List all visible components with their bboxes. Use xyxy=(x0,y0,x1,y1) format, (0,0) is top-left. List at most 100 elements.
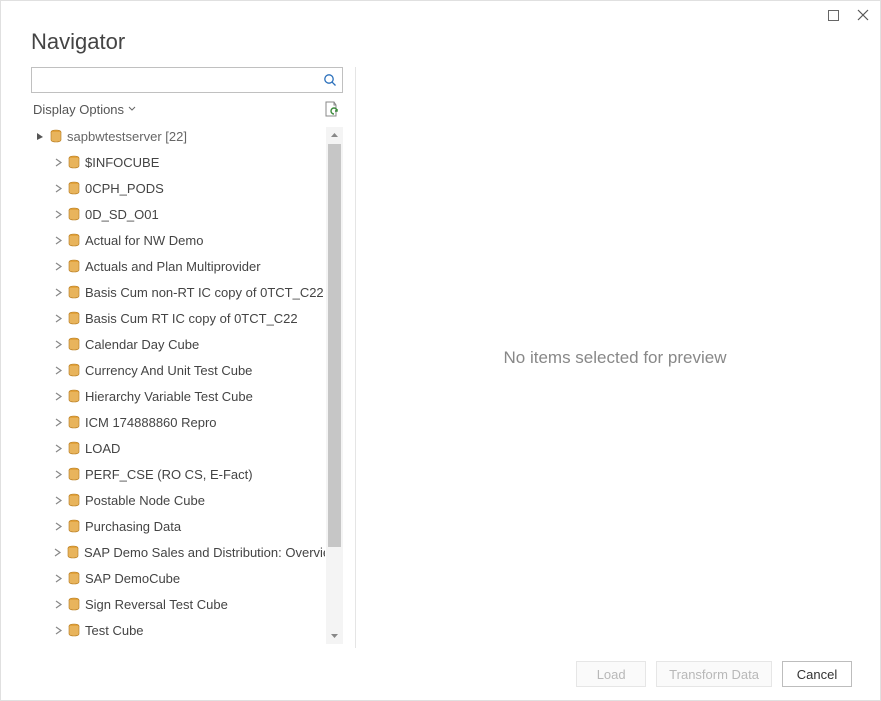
cube-icon xyxy=(67,207,81,221)
navigator-left-pane: Display Options xyxy=(31,67,343,648)
dialog-footer: Load Transform Data Cancel xyxy=(1,648,880,700)
expand-icon[interactable] xyxy=(53,314,63,323)
tree-item[interactable]: Purchasing Data xyxy=(31,513,325,539)
preview-pane: No items selected for preview xyxy=(368,67,862,648)
expand-icon[interactable] xyxy=(53,210,63,219)
tree-item[interactable]: Currency And Unit Test Cube xyxy=(31,357,325,383)
expand-icon[interactable] xyxy=(53,340,63,349)
cube-icon xyxy=(67,337,81,351)
search-icon[interactable] xyxy=(322,73,338,87)
tree-item-label: Currency And Unit Test Cube xyxy=(85,363,252,378)
tree-item-label: Hierarchy Variable Test Cube xyxy=(85,389,253,404)
navigator-dialog: Navigator Display Options xyxy=(0,0,881,701)
navigator-tree[interactable]: sapbwtestserver [22] $INFOCUBE 0CPH_PODS 0… xyxy=(31,123,325,643)
expand-icon[interactable] xyxy=(53,184,63,193)
tree-item-label: PERF_CSE (RO CS, E-Fact) xyxy=(85,467,253,482)
tree-item-label: Purchasing Data xyxy=(85,519,181,534)
tree-item-label: Basis Cum non-RT IC copy of 0TCT_C22 xyxy=(85,285,324,300)
cube-icon xyxy=(67,623,81,637)
cube-icon xyxy=(67,389,81,403)
close-icon[interactable] xyxy=(856,8,870,22)
tree-item[interactable]: Calendar Day Cube xyxy=(31,331,325,357)
tree-item-label: Sign Reversal Test Cube xyxy=(85,597,228,612)
tree-item[interactable]: Test Cube xyxy=(31,617,325,643)
tree-item[interactable]: $INFOCUBE xyxy=(31,149,325,175)
preview-empty-message: No items selected for preview xyxy=(504,348,727,368)
tree-item-label: ICM 174888860 Repro xyxy=(85,415,217,430)
cube-icon xyxy=(67,181,81,195)
cancel-button[interactable]: Cancel xyxy=(782,661,852,687)
tree-root-label: sapbwtestserver [22] xyxy=(67,129,187,144)
chevron-down-icon xyxy=(128,105,136,113)
tree-item-label: Postable Node Cube xyxy=(85,493,205,508)
tree-item-label: Actual for NW Demo xyxy=(85,233,203,248)
tree-item[interactable]: Sign Reversal Test Cube xyxy=(31,591,325,617)
transform-data-button[interactable]: Transform Data xyxy=(656,661,772,687)
tree-item[interactable]: ICM 174888860 Repro xyxy=(31,409,325,435)
tree-item-label: 0D_SD_O01 xyxy=(85,207,159,222)
expand-icon[interactable] xyxy=(53,522,63,531)
cube-icon xyxy=(67,233,81,247)
tree-item[interactable]: Postable Node Cube xyxy=(31,487,325,513)
tree-item[interactable]: SAP DemoCube xyxy=(31,565,325,591)
scrollbar-thumb[interactable] xyxy=(328,144,341,547)
search-input[interactable] xyxy=(38,72,322,89)
tree-item[interactable]: Hierarchy Variable Test Cube xyxy=(31,383,325,409)
load-button[interactable]: Load xyxy=(576,661,646,687)
tree-item[interactable]: Actual for NW Demo xyxy=(31,227,325,253)
expand-icon[interactable] xyxy=(53,496,63,505)
search-box[interactable] xyxy=(31,67,343,93)
refresh-icon[interactable] xyxy=(323,101,341,117)
maximize-icon[interactable] xyxy=(826,8,840,22)
cube-icon xyxy=(67,155,81,169)
expand-icon[interactable] xyxy=(53,600,63,609)
tree-item[interactable]: Actuals and Plan Multiprovider xyxy=(31,253,325,279)
dialog-header: Navigator xyxy=(1,29,880,67)
cube-icon xyxy=(67,311,81,325)
tree-item[interactable]: SAP Demo Sales and Distribution: Overvie… xyxy=(31,539,325,565)
cube-icon xyxy=(67,493,81,507)
vertical-scrollbar[interactable] xyxy=(326,127,343,644)
cube-icon xyxy=(67,363,81,377)
cube-icon xyxy=(67,441,81,455)
tree-item[interactable]: Basis Cum RT IC copy of 0TCT_C22 xyxy=(31,305,325,331)
tree-item[interactable]: LOAD xyxy=(31,435,325,461)
expand-icon[interactable] xyxy=(53,262,63,271)
titlebar xyxy=(1,1,880,29)
expand-icon[interactable] xyxy=(53,574,63,583)
expand-icon[interactable] xyxy=(53,626,63,635)
tree-item-label: $INFOCUBE xyxy=(85,155,159,170)
cube-icon xyxy=(67,259,81,273)
scroll-up-arrow[interactable] xyxy=(326,127,343,144)
cube-icon xyxy=(67,467,81,481)
cube-icon xyxy=(67,571,81,585)
expand-icon[interactable] xyxy=(53,548,62,557)
tree-item-label: LOAD xyxy=(85,441,120,456)
scroll-down-arrow[interactable] xyxy=(326,627,343,644)
cube-icon xyxy=(67,519,81,533)
expand-icon[interactable] xyxy=(53,288,63,297)
expand-icon[interactable] xyxy=(53,418,63,427)
cube-icon xyxy=(67,285,81,299)
dialog-title: Navigator xyxy=(31,29,850,55)
tree-item[interactable]: 0D_SD_O01 xyxy=(31,201,325,227)
tree-item-label: SAP DemoCube xyxy=(85,571,180,586)
tree-item[interactable]: 0CPH_PODS xyxy=(31,175,325,201)
tree-item-label: Calendar Day Cube xyxy=(85,337,199,352)
expand-icon[interactable] xyxy=(53,470,63,479)
expand-icon[interactable] xyxy=(53,236,63,245)
display-options-dropdown[interactable]: Display Options xyxy=(33,102,136,117)
tree-item[interactable]: PERF_CSE (RO CS, E-Fact) xyxy=(31,461,325,487)
display-options-label: Display Options xyxy=(33,102,124,117)
expand-icon[interactable] xyxy=(53,392,63,401)
tree-item-label: Basis Cum RT IC copy of 0TCT_C22 xyxy=(85,311,298,326)
tree-item-label: 0CPH_PODS xyxy=(85,181,164,196)
tree-item[interactable]: Basis Cum non-RT IC copy of 0TCT_C22 xyxy=(31,279,325,305)
collapse-icon[interactable] xyxy=(35,132,45,141)
cube-icon xyxy=(67,415,81,429)
display-options-row: Display Options xyxy=(31,93,343,123)
expand-icon[interactable] xyxy=(53,366,63,375)
expand-icon[interactable] xyxy=(53,444,63,453)
expand-icon[interactable] xyxy=(53,158,63,167)
tree-root-node[interactable]: sapbwtestserver [22] xyxy=(31,123,325,149)
